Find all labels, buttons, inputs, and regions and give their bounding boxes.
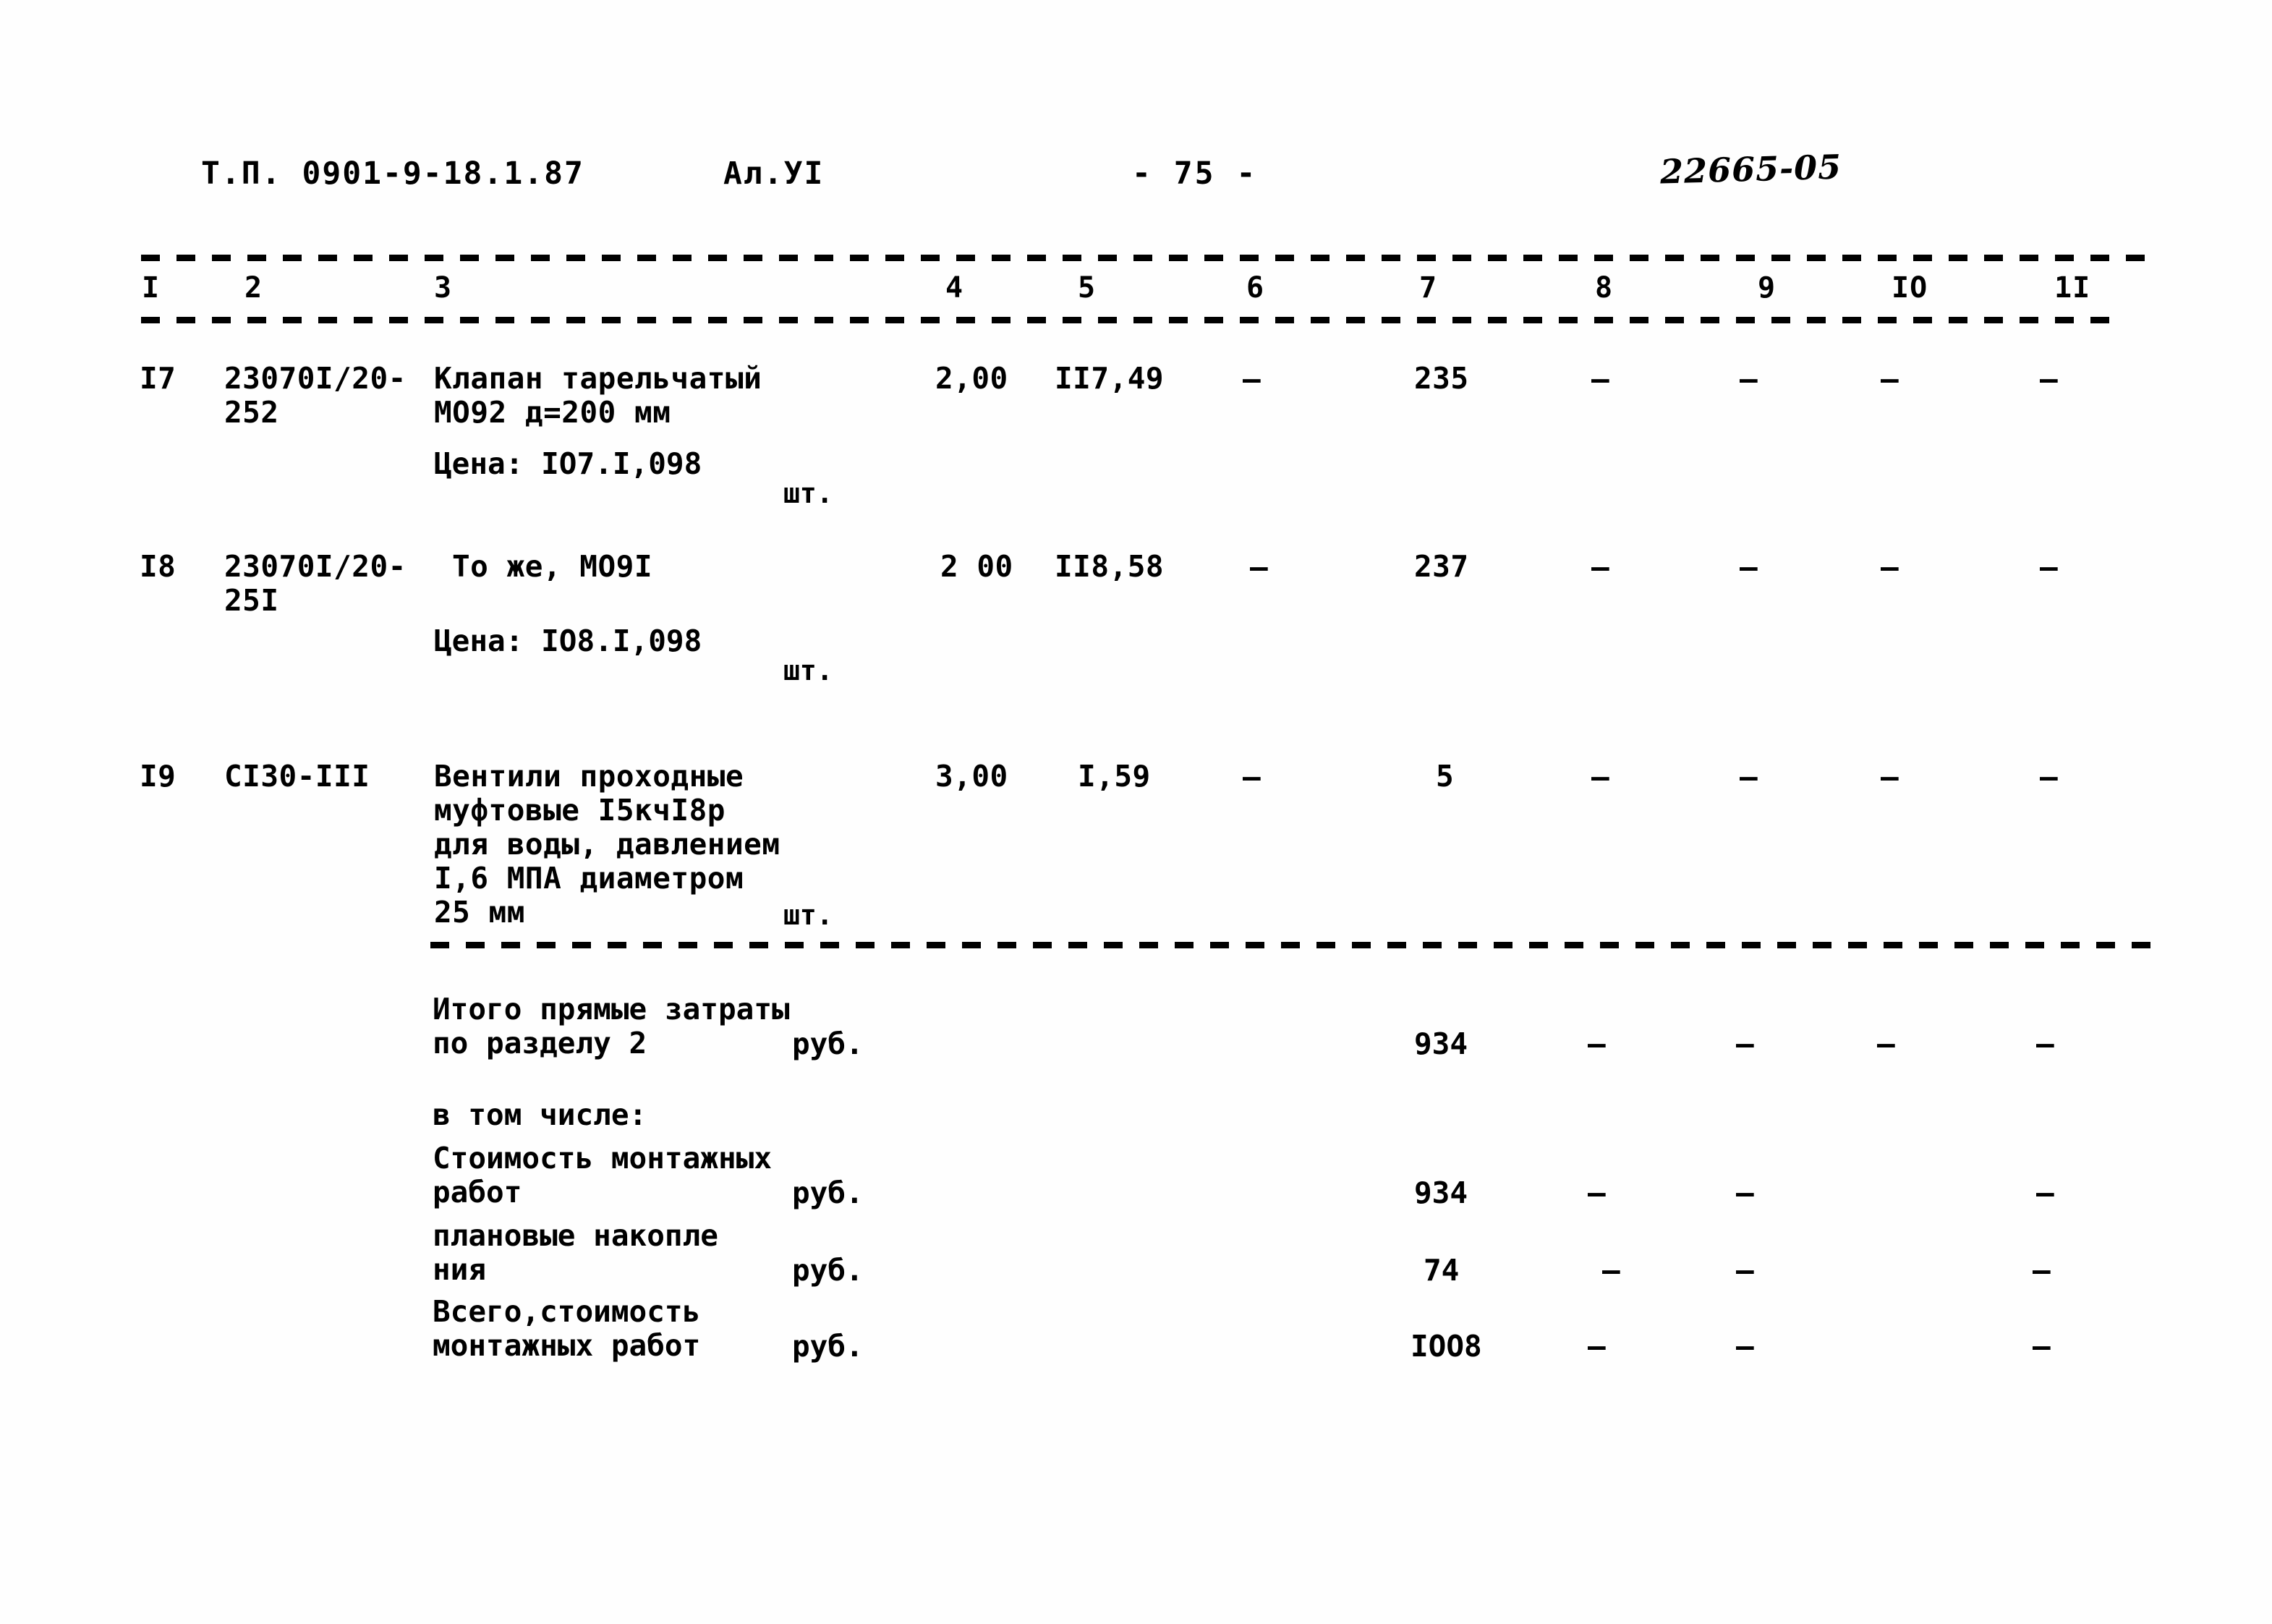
- row-col9: –: [1740, 550, 1758, 584]
- row-col10: –: [1881, 760, 1899, 794]
- page-number: - 75 -: [1132, 156, 1258, 192]
- row-unit-rate: I,59: [1078, 759, 1151, 794]
- summary-label: Всего,стоимость монтажных работ: [433, 1294, 701, 1363]
- summary-value: 74: [1424, 1253, 1460, 1288]
- row-description: Клапан тарельчатый МО92 д=200 мм: [434, 361, 762, 430]
- row-unit: шт.: [783, 477, 833, 509]
- row-quantity: 3,00: [935, 759, 1008, 794]
- summary-col9: –: [1736, 1329, 1754, 1364]
- row-col11: –: [2040, 362, 2058, 396]
- table-header-rule: [141, 317, 2119, 323]
- row-number: I9: [140, 759, 176, 794]
- summary-label: Итого прямые затраты по разделу 2: [433, 992, 790, 1060]
- summary-col8: –: [1588, 1026, 1606, 1061]
- row-code: 23070I/20- 252: [224, 361, 407, 430]
- summary-col8: –: [1588, 1329, 1606, 1364]
- column-header-10: IO: [1892, 271, 1928, 305]
- summary-col9: –: [1736, 1026, 1754, 1061]
- row-number: I7: [140, 361, 176, 396]
- row-quantity: 2,00: [935, 361, 1008, 396]
- summary-col8: –: [1588, 1176, 1606, 1210]
- row-code: СI30-III: [224, 759, 370, 794]
- summary-value: IOO8: [1411, 1329, 1482, 1364]
- row-unit-rate: II8,58: [1055, 549, 1165, 584]
- row-quantity: 2 00: [940, 549, 1013, 584]
- summary-col9: –: [1736, 1253, 1754, 1288]
- summary-value: 934: [1414, 1176, 1468, 1210]
- row-price-note: Цена: IO8.I,098: [434, 624, 702, 658]
- row-col10: –: [1881, 550, 1899, 584]
- summary-value: 934: [1414, 1026, 1468, 1061]
- document-header: Т.П. 0901-9-18.1.87 Ал.УI - 75 - 22665-0…: [0, 148, 2272, 206]
- section-separator-rule: [430, 942, 2159, 948]
- album-label: Ал.УI: [723, 156, 825, 192]
- row-col8: –: [1591, 760, 1609, 794]
- row-description: Вентили проходные муфтовые I5кчI8р для в…: [434, 759, 780, 930]
- table-top-rule: [141, 255, 2159, 261]
- summary-col11: –: [2033, 1329, 2051, 1364]
- row-col10: –: [1881, 362, 1899, 396]
- row-number: I8: [140, 549, 176, 584]
- summary-col8: –: [1602, 1253, 1620, 1288]
- row-col11: –: [2040, 760, 2058, 794]
- row-unit: шт.: [783, 655, 833, 686]
- document-page: Т.П. 0901-9-18.1.87 Ал.УI - 75 - 22665-0…: [0, 0, 2272, 1624]
- row-unit: шт.: [783, 899, 833, 931]
- summary-col11: –: [2036, 1176, 2054, 1210]
- summary-unit: руб.: [792, 1026, 864, 1061]
- column-header-1: I: [142, 271, 161, 305]
- row-code: 23070I/20- 25I: [224, 549, 407, 618]
- column-header-9: 9: [1758, 271, 1777, 305]
- summary-unit: руб.: [792, 1176, 864, 1210]
- summary-label: Стоимость монтажных работ: [433, 1141, 772, 1210]
- row-col8: –: [1591, 362, 1609, 396]
- row-col9: –: [1740, 362, 1758, 396]
- column-header-2: 2: [244, 271, 263, 305]
- row-price-note: Цена: IO7.I,098: [434, 446, 702, 481]
- row-col8: –: [1591, 550, 1609, 584]
- row-col9: –: [1740, 760, 1758, 794]
- column-header-3: 3: [434, 271, 453, 305]
- column-header-8: 8: [1595, 271, 1614, 305]
- summary-col11: –: [2036, 1026, 2054, 1061]
- row-unit-rate: II7,49: [1055, 361, 1165, 396]
- column-header-7: 7: [1419, 271, 1438, 305]
- row-total: 5: [1436, 759, 1455, 794]
- summary-unit: руб.: [792, 1329, 864, 1364]
- summary-col9: –: [1736, 1176, 1754, 1210]
- row-col6: –: [1250, 550, 1268, 584]
- summary-unit: руб.: [792, 1253, 864, 1288]
- row-col11: –: [2040, 550, 2058, 584]
- summary-label: плановые накопле ния: [433, 1218, 718, 1287]
- row-col6: –: [1243, 760, 1261, 794]
- column-header-6: 6: [1246, 271, 1265, 305]
- summary-col10: –: [1877, 1026, 1895, 1061]
- row-total: 237: [1414, 549, 1469, 584]
- document-code: Т.П. 0901-9-18.1.87: [201, 156, 584, 192]
- column-header-4: 4: [945, 271, 964, 305]
- row-col6: –: [1243, 362, 1261, 396]
- summary-col11: –: [2033, 1253, 2051, 1288]
- row-description: То же, МО9I: [452, 549, 653, 584]
- summary-label: в том числе:: [433, 1097, 647, 1132]
- column-header-5: 5: [1078, 271, 1097, 305]
- column-header-11: 1I: [2054, 271, 2091, 305]
- row-total: 235: [1414, 361, 1469, 396]
- archive-stamp-number: 22665-05: [1659, 147, 1842, 192]
